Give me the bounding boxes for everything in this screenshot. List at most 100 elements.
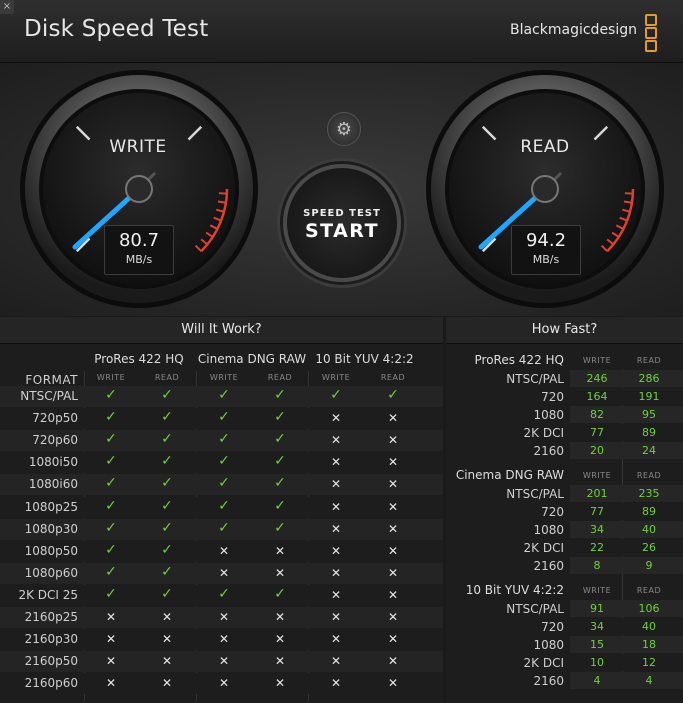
write-speed: 20 [590, 444, 604, 457]
column-subheader: READ [267, 373, 293, 382]
column-subheader: READ [636, 586, 662, 595]
close-icon[interactable]: × [0, 0, 14, 14]
read-hub [531, 175, 559, 203]
cross-icon: ✕ [274, 654, 286, 669]
format-column-header: FORMAT [25, 373, 78, 387]
write-speed: 164 [586, 390, 608, 403]
format-label: 2K DCI [523, 656, 564, 670]
cross-icon: ✕ [218, 565, 230, 580]
read-label: READ [520, 137, 570, 157]
cross-icon: ✕ [387, 521, 399, 536]
cross-icon: ✕ [387, 587, 399, 602]
check-icon: ✓ [161, 563, 173, 580]
write-label: WRITE [109, 137, 167, 157]
cross-icon: ✕ [161, 610, 173, 624]
column-subheader: WRITE [582, 471, 612, 480]
check-icon: ✓ [274, 519, 286, 536]
check-icon: ✓ [105, 431, 117, 448]
cross-icon: ✕ [330, 610, 342, 624]
format-label: 1080i60 [28, 477, 78, 492]
read-value: 94.2 [525, 230, 567, 251]
check-icon: ✓ [105, 519, 117, 536]
start-button-label: START [304, 220, 380, 242]
cross-icon: ✕ [330, 587, 342, 602]
read-speed: 89 [642, 426, 656, 439]
write-speed: 77 [590, 426, 604, 439]
cross-icon: ✕ [387, 654, 399, 669]
format-label: NTSC/PAL [506, 372, 564, 386]
read-speed: 4 [645, 674, 653, 687]
cross-icon: ✕ [274, 632, 286, 647]
read-speed: 40 [642, 523, 656, 536]
format-label: NTSC/PAL [506, 487, 564, 501]
cross-icon: ✕ [387, 455, 399, 470]
check-icon: ✓ [161, 475, 173, 492]
cross-icon: ✕ [330, 455, 342, 470]
how-fast-title: How Fast? [446, 317, 683, 344]
read-speed: 9 [645, 559, 653, 572]
column-subheader: READ [154, 373, 180, 382]
cross-icon: ✕ [218, 632, 230, 647]
cross-icon: ✕ [218, 676, 230, 691]
cross-icon: ✕ [105, 632, 117, 647]
format-label: 1080 [533, 408, 564, 422]
cross-icon: ✕ [274, 565, 286, 580]
read-unit: MB/s [532, 253, 560, 266]
check-icon: ✓ [105, 453, 117, 470]
cross-icon: ✕ [218, 543, 230, 558]
app-title: Disk Speed Test [24, 16, 209, 42]
write-speed: 15 [590, 638, 604, 651]
cross-icon: ✕ [330, 433, 342, 448]
cross-icon: ✕ [387, 543, 399, 558]
check-icon: ✓ [105, 585, 117, 602]
cross-icon: ✕ [387, 477, 399, 492]
write-speed: 34 [590, 620, 604, 633]
speed-group-header: ProRes 422 HQ [474, 353, 564, 367]
settings-button[interactable]: ⚙ [327, 112, 361, 146]
format-label: 2160p30 [24, 632, 78, 647]
cross-icon: ✕ [105, 654, 117, 669]
cross-icon: ✕ [330, 632, 342, 647]
cross-icon: ✕ [274, 676, 286, 691]
speed-group-header: 10 Bit YUV 4:2:2 [465, 583, 564, 597]
format-label: 1080 [533, 523, 564, 537]
check-icon: ✓ [218, 519, 230, 536]
format-label: 1080p50 [24, 543, 78, 558]
check-icon: ✓ [330, 387, 342, 403]
read-speed: 12 [642, 656, 656, 669]
format-label: 2160 [533, 674, 564, 688]
check-icon: ✓ [161, 431, 173, 448]
cross-icon: ✕ [161, 632, 173, 647]
format-label: 2160p50 [24, 654, 78, 669]
check-icon: ✓ [161, 497, 173, 514]
check-icon: ✓ [161, 409, 173, 426]
format-label: 1080 [533, 638, 564, 652]
read-speed: 235 [638, 487, 660, 500]
format-label: 720p60 [32, 433, 78, 448]
write-speed: 82 [590, 408, 604, 421]
write-speed: 22 [590, 541, 604, 554]
write-unit: MB/s [125, 253, 153, 266]
check-icon: ✓ [218, 431, 230, 448]
cross-icon: ✕ [218, 610, 230, 624]
check-icon: ✓ [274, 431, 286, 448]
format-label: 2K DCI [523, 426, 564, 440]
check-icon: ✓ [218, 453, 230, 470]
format-label: 720 [541, 505, 564, 519]
format-label: 1080p60 [24, 565, 78, 580]
write-speed: 246 [586, 372, 608, 385]
cross-icon: ✕ [330, 477, 342, 492]
check-icon: ✓ [274, 497, 286, 514]
check-icon: ✓ [161, 453, 173, 470]
column-subheader: READ [636, 356, 662, 365]
start-button[interactable]: SPEED TEST START [283, 164, 401, 282]
check-icon: ✓ [274, 585, 286, 602]
read-speed: 26 [642, 541, 656, 554]
cross-icon: ✕ [218, 654, 230, 669]
write-value: 80.7 [118, 230, 160, 251]
check-icon: ✓ [161, 387, 173, 403]
cross-icon: ✕ [387, 676, 399, 691]
format-label: 2K DCI 25 [18, 587, 78, 602]
format-label: 1080p30 [24, 521, 78, 536]
blackmagic-logo-icon [645, 14, 657, 53]
